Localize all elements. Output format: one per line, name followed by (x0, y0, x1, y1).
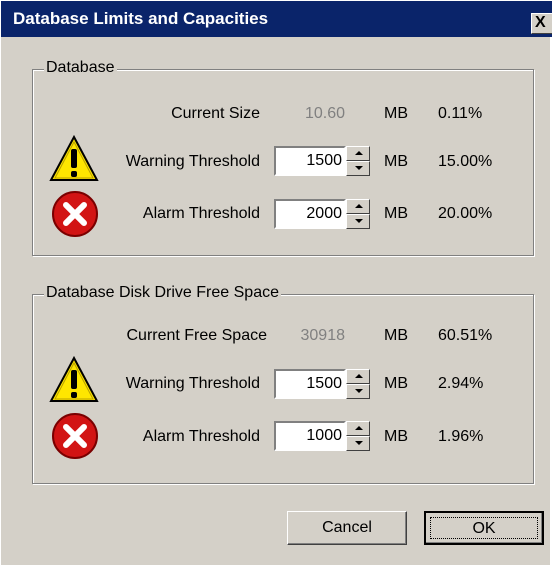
current-free-value: 30918 (300, 327, 346, 344)
disk-warning-spinner[interactable]: 1500 (274, 369, 370, 399)
dialog-window: Database Limits and Capacities X Databas… (0, 0, 552, 565)
disk-warning-percent: 2.94% (438, 375, 484, 392)
db-alarm-percent: 20.00% (438, 205, 493, 222)
db-alarm-input[interactable]: 2000 (274, 199, 346, 229)
current-free-unit: MB (384, 327, 408, 344)
disk-alarm-spinner[interactable]: 1000 (274, 421, 370, 451)
ok-button[interactable]: OK (424, 511, 544, 545)
db-warning-spin-down-icon[interactable] (346, 161, 370, 176)
current-free-label: Current Free Space (126, 327, 267, 344)
ok-focus-rect (430, 517, 538, 539)
warning-triangle-icon (49, 134, 99, 181)
disk-warning-input[interactable]: 1500 (274, 369, 346, 399)
current-size-value: 10.60 (304, 105, 345, 122)
db-warning-unit: MB (384, 153, 408, 170)
title-bar: Database Limits and Capacities (1, 1, 552, 37)
disk-alarm-input[interactable]: 1000 (274, 421, 346, 451)
db-alarm-spin-down-icon[interactable] (346, 214, 370, 229)
error-x-icon (52, 413, 98, 459)
disk-alarm-percent: 1.96% (438, 428, 484, 445)
db-warning-label: Warning Threshold (125, 153, 260, 170)
disk-warning-unit: MB (384, 375, 408, 392)
current-size-percent: 0.11% (438, 105, 483, 122)
db-alarm-unit: MB (384, 205, 408, 222)
window-title: Database Limits and Capacities (13, 9, 269, 28)
error-x-icon (52, 191, 98, 237)
disk-alarm-spin-down-icon[interactable] (346, 436, 370, 451)
db-warning-spinner[interactable]: 1500 (274, 146, 370, 176)
disk-alarm-label: Alarm Threshold (142, 428, 260, 445)
db-warning-percent: 15.00% (438, 153, 493, 170)
disk-warning-spin-down-icon[interactable] (346, 384, 370, 399)
close-button[interactable]: X (531, 13, 552, 34)
db-warning-input[interactable]: 1500 (274, 146, 346, 176)
db-alarm-spin-up-icon[interactable] (346, 199, 370, 214)
warning-triangle-icon (49, 355, 99, 402)
database-group-legend: Database (44, 59, 117, 77)
db-alarm-spinner[interactable]: 2000 (274, 199, 370, 229)
db-warning-spin-up-icon[interactable] (346, 146, 370, 161)
current-size-unit: MB (384, 105, 408, 122)
disk-warning-label: Warning Threshold (125, 375, 260, 392)
cancel-button[interactable]: Cancel (287, 511, 407, 545)
current-size-label: Current Size (171, 105, 260, 122)
disk-warning-spin-up-icon[interactable] (346, 369, 370, 384)
close-icon: X (535, 14, 546, 31)
disk-group-legend: Database Disk Drive Free Space (44, 284, 281, 302)
db-alarm-label: Alarm Threshold (142, 205, 260, 222)
disk-alarm-spin-up-icon[interactable] (346, 421, 370, 436)
disk-alarm-unit: MB (384, 428, 408, 445)
current-free-percent: 60.51% (438, 327, 493, 344)
